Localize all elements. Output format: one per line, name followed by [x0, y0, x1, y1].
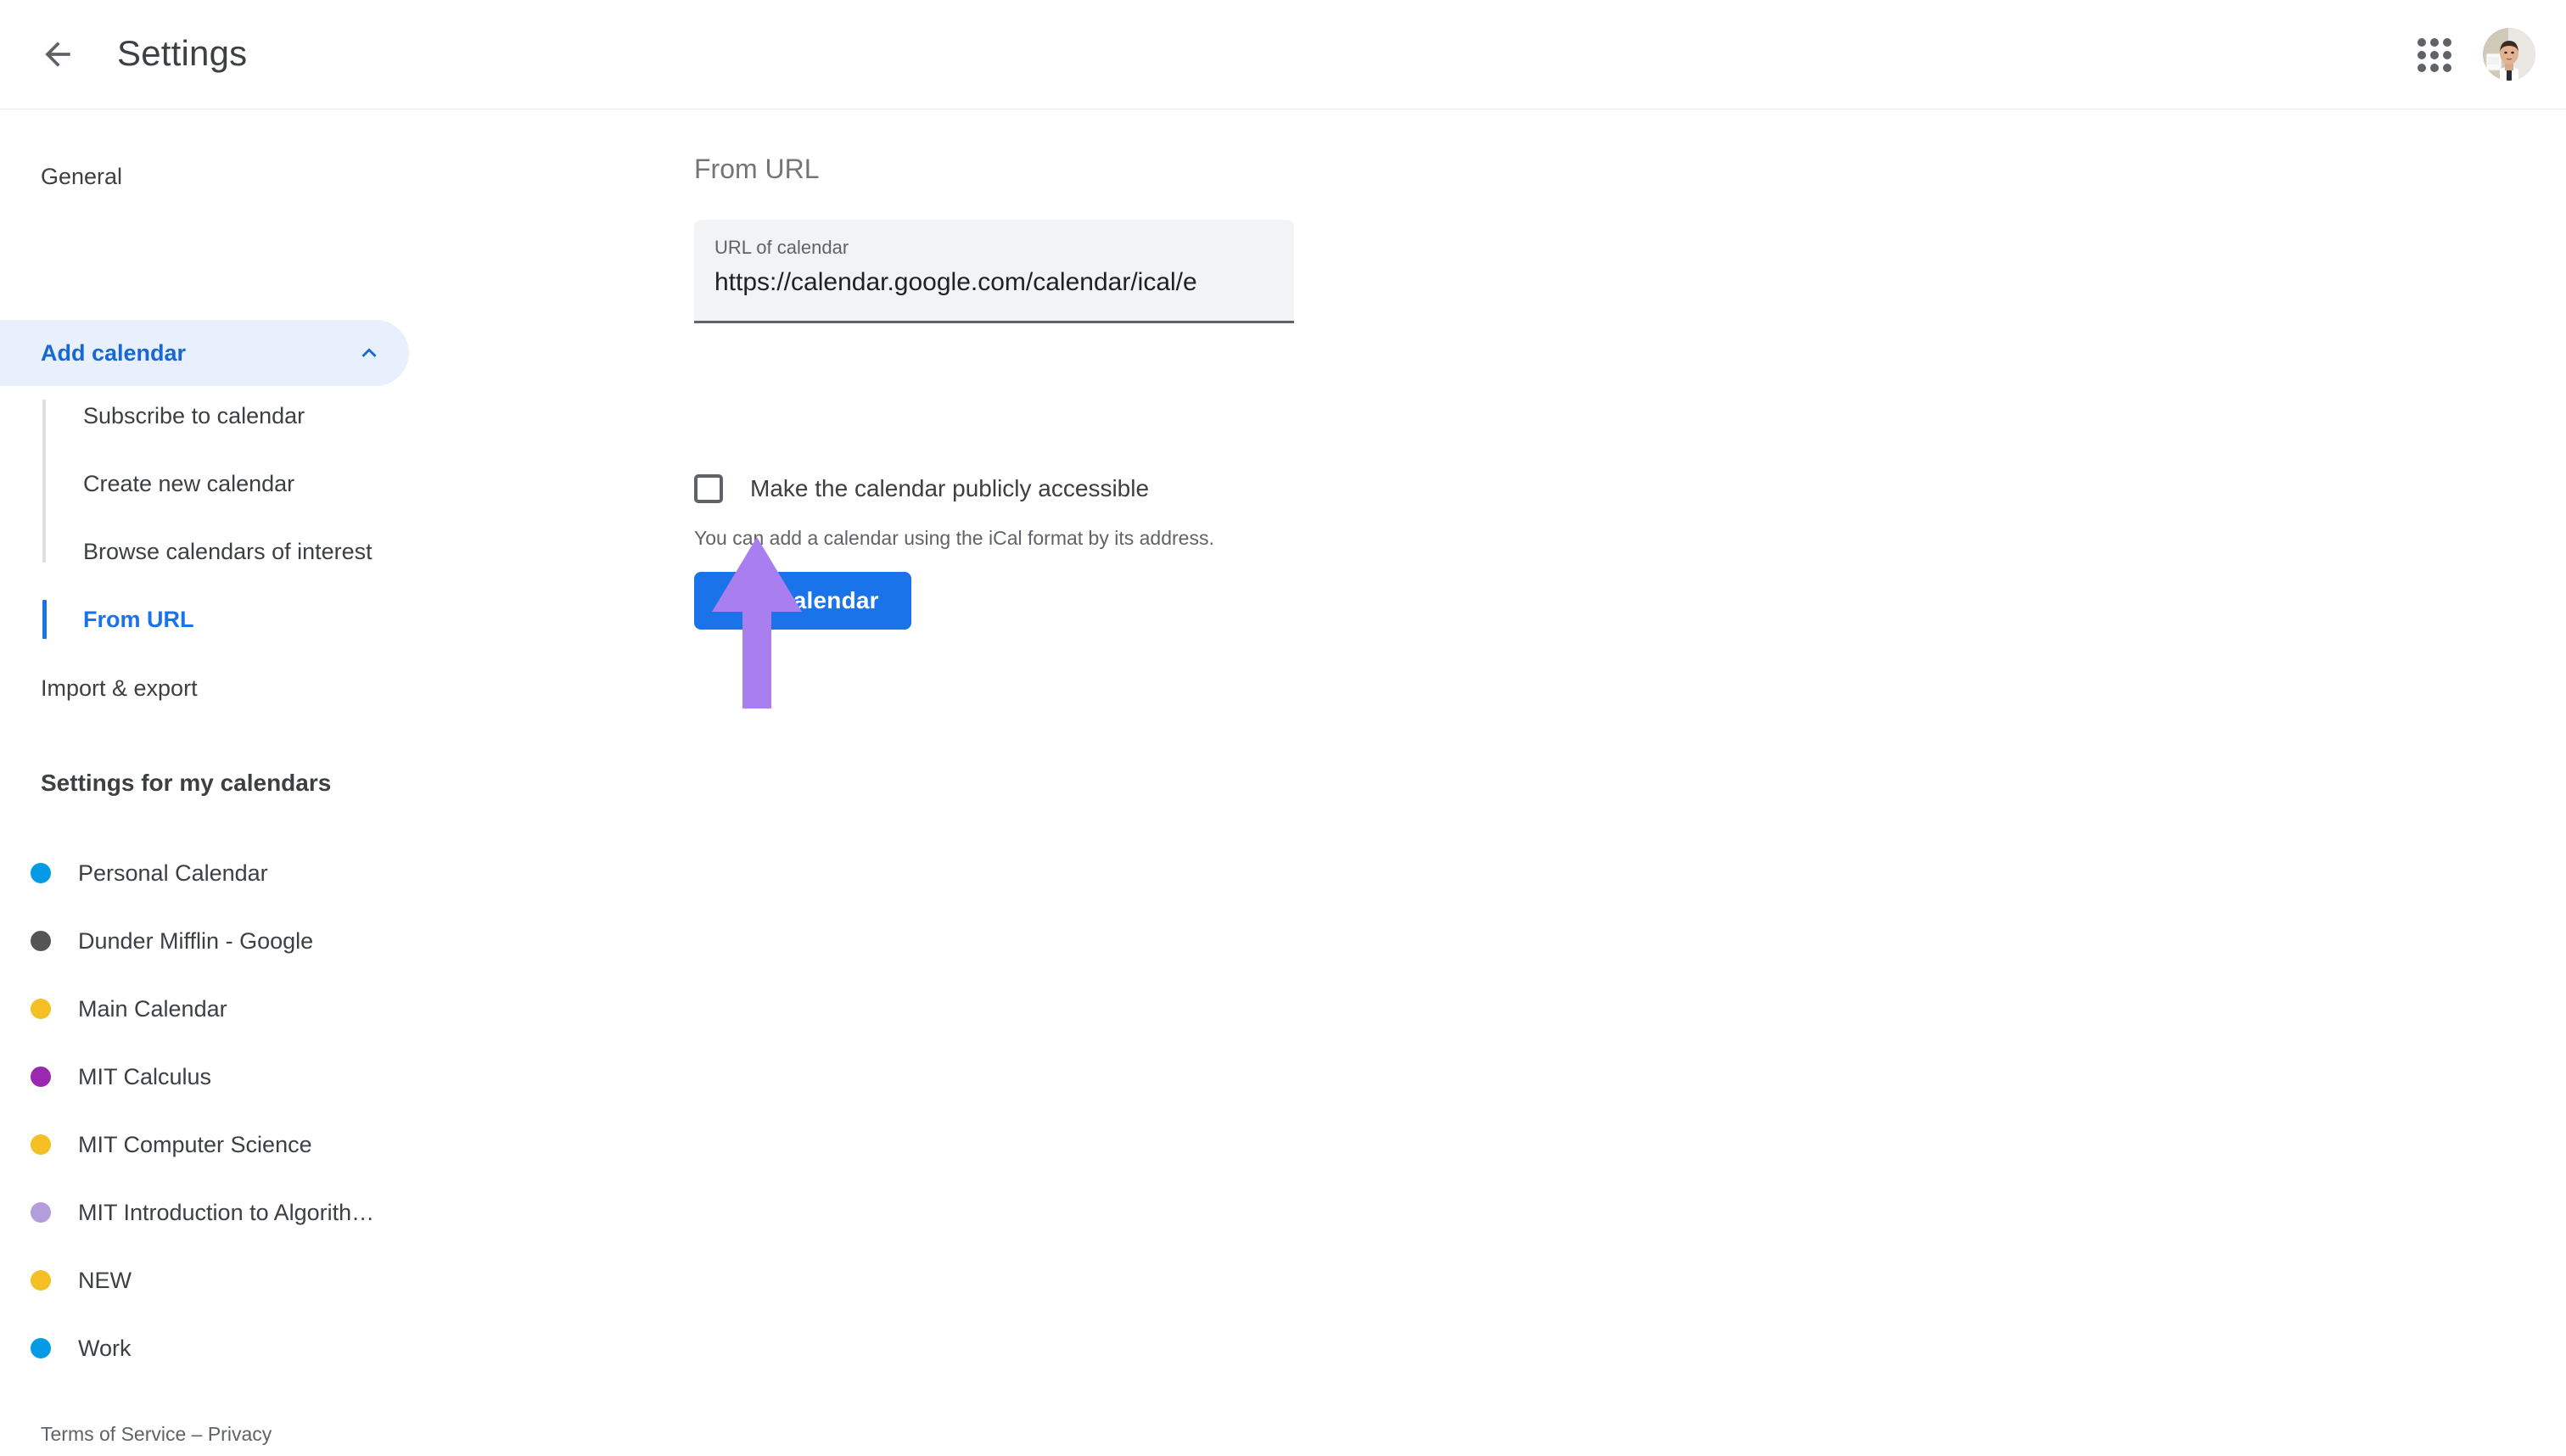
apps-grid-dot: [2418, 64, 2426, 72]
calendar-name: MIT Calculus: [78, 1063, 212, 1089]
calendar-color-dot: [31, 1202, 51, 1223]
list-item[interactable]: NEW: [0, 1246, 687, 1314]
settings-sidebar: General Add calendar Subscribe to calend…: [0, 109, 687, 1456]
apps-grid-dot: [2418, 51, 2426, 59]
apps-grid-dot: [2430, 64, 2439, 72]
url-field-value: https://calendar.google.com/calendar/ica…: [714, 268, 1197, 296]
calendar-color-dot: [31, 931, 51, 951]
calendar-color-dot: [31, 1067, 51, 1087]
calendar-name: Dunder Mifflin - Google: [78, 927, 314, 954]
calendar-color-dot: [31, 1134, 51, 1155]
apps-grid-dot: [2443, 51, 2451, 59]
calendar-name: Personal Calendar: [78, 860, 268, 886]
make-public-checkbox[interactable]: [694, 474, 723, 503]
sidebar-item-add-calendar[interactable]: Add calendar: [0, 320, 409, 386]
sidebar-item-label: Import & export: [41, 675, 198, 701]
list-item[interactable]: Personal Calendar: [0, 839, 687, 907]
list-item[interactable]: Work: [0, 1314, 687, 1382]
url-field-label: URL of calendar: [714, 237, 849, 258]
apps-grid-dot: [2430, 51, 2439, 59]
main-content: From URL URL of calendar https://calenda…: [687, 109, 2566, 1456]
apps-grid-dot: [2443, 38, 2451, 47]
list-item[interactable]: Dunder Mifflin - Google: [0, 907, 687, 975]
calendar-color-dot: [31, 1338, 51, 1358]
apps-grid-icon[interactable]: [2403, 24, 2464, 85]
calendar-name: Main Calendar: [78, 995, 227, 1022]
list-item[interactable]: MIT Computer Science: [0, 1111, 687, 1179]
calendar-color-dot: [31, 863, 51, 883]
sidebar-item-from-url[interactable]: From URL: [0, 594, 687, 645]
calendar-color-dot: [31, 999, 51, 1019]
calendar-name: Work: [78, 1335, 132, 1361]
list-item[interactable]: Main Calendar: [0, 975, 687, 1043]
header-actions: [2403, 24, 2535, 85]
list-item[interactable]: MIT Calculus: [0, 1043, 687, 1111]
add-calendar-button[interactable]: Add calendar: [694, 572, 911, 630]
back-button[interactable]: [37, 34, 78, 75]
arrow-left-icon: [45, 42, 70, 67]
app-header: Settings: [0, 0, 2566, 109]
calendar-name: MIT Computer Science: [78, 1131, 312, 1157]
avatar[interactable]: [2483, 28, 2535, 81]
helper-text: You can add a calendar using the iCal fo…: [694, 527, 1214, 549]
apps-grid-dot: [2430, 38, 2439, 47]
apps-grid-dot: [2443, 64, 2451, 72]
sidebar-item-label: General: [41, 163, 123, 189]
sidebar-item-subscribe-to-calendar[interactable]: Subscribe to calendar: [0, 390, 687, 441]
calendar-name: NEW: [78, 1267, 132, 1293]
calendar-color-dot: [31, 1270, 51, 1291]
chevron-up-icon[interactable]: [355, 339, 384, 367]
make-public-checkbox-row[interactable]: Make the calendar publicly accessible: [694, 474, 1149, 503]
calendar-name: MIT Introduction to Algorith…: [78, 1199, 375, 1225]
sidebar-item-label: Browse calendars of interest: [83, 538, 373, 564]
settings-page: Settings General Add calendar Subscribe …: [0, 0, 2566, 1456]
avatar-photo: [2483, 28, 2535, 81]
sidebar-item-label: Add calendar: [41, 339, 187, 366]
url-of-calendar-input[interactable]: URL of calendar https://calendar.google.…: [694, 220, 1294, 323]
section-heading: From URL: [694, 154, 820, 184]
calendars-section-title: Settings for my calendars: [41, 770, 332, 796]
sidebar-item-import-export[interactable]: Import & export: [0, 662, 687, 714]
sidebar-item-browse-calendars-of-interest[interactable]: Browse calendars of interest: [0, 526, 687, 577]
sidebar-item-create-new-calendar[interactable]: Create new calendar: [0, 458, 687, 509]
sidebar-item-label: Subscribe to calendar: [83, 402, 305, 428]
footer-links[interactable]: Terms of Service – Privacy: [41, 1423, 272, 1446]
my-calendars-list: Personal Calendar Dunder Mifflin - Googl…: [0, 839, 687, 1382]
sidebar-item-label: From URL: [83, 606, 194, 632]
apps-grid-dot: [2418, 38, 2426, 47]
list-item[interactable]: MIT Introduction to Algorith…: [0, 1179, 687, 1246]
make-public-checkbox-label: Make the calendar publicly accessible: [750, 475, 1150, 501]
page-title: Settings: [117, 33, 248, 73]
sidebar-item-label: Create new calendar: [83, 470, 295, 496]
sidebar-item-general[interactable]: General: [0, 150, 687, 203]
